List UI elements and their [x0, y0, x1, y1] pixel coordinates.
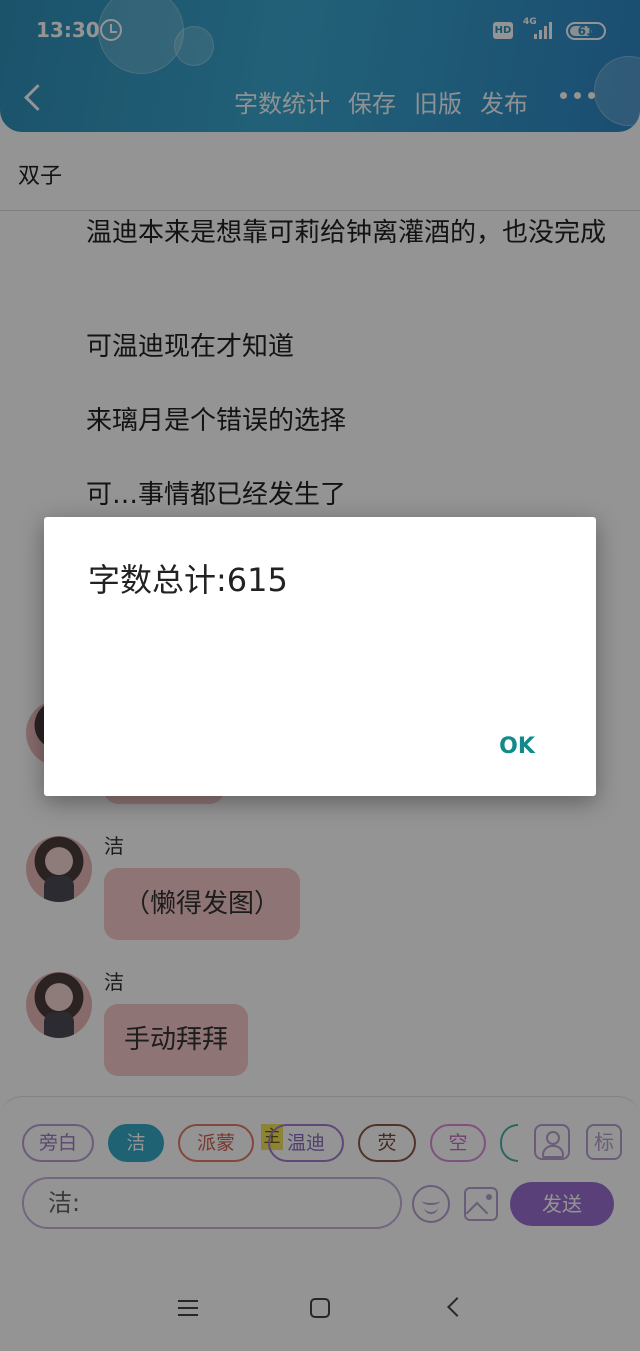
ok-button[interactable]: OK	[482, 725, 552, 769]
dialog-message: 字数总计:615	[88, 561, 288, 599]
word-count-dialog: 字数总计:615 OK	[44, 517, 596, 796]
